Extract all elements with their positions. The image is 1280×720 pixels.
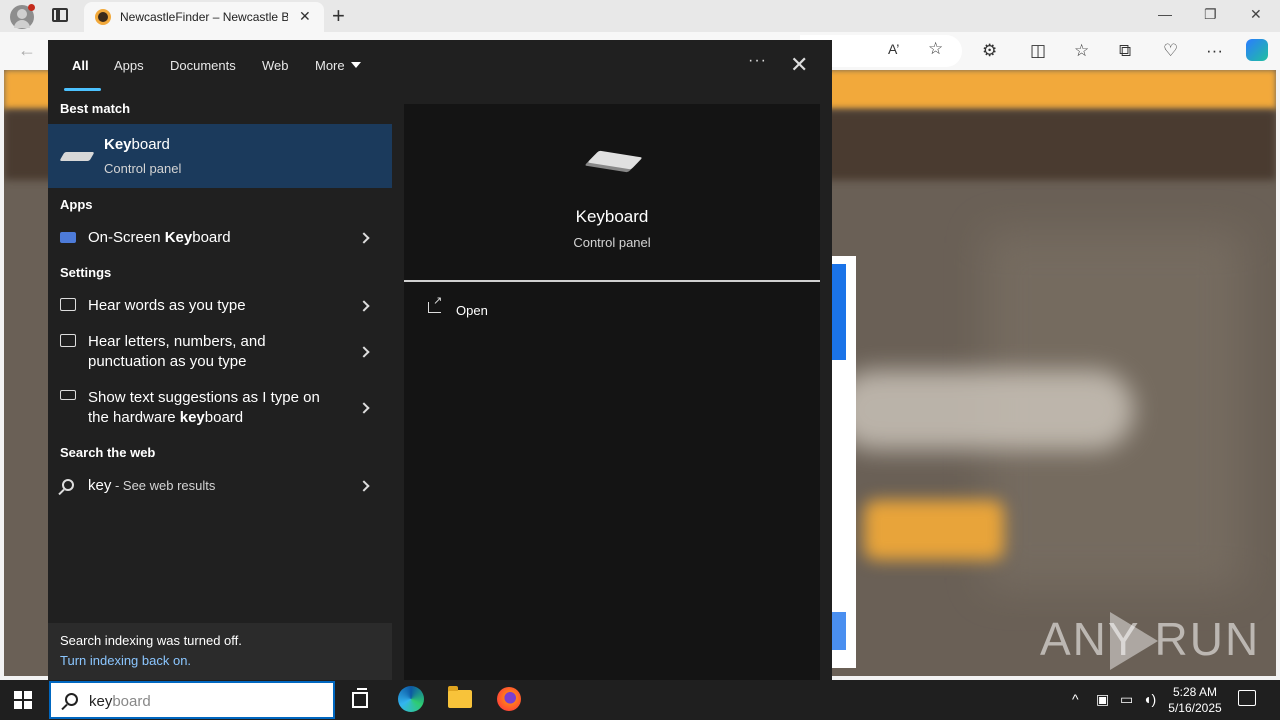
preview-title: Keyboard	[575, 207, 649, 226]
page-hero-text	[834, 370, 1134, 450]
indexing-notice: Search indexing was turned off. Turn ind…	[48, 623, 392, 680]
result-label: On-Screen Keyboard	[88, 229, 231, 246]
browser-tab[interactable]: NewcastleFinder – Newcastle Bu ✕	[84, 2, 324, 32]
result-on-screen-keyboard[interactable]: On-Screen Keyboard	[48, 220, 392, 256]
narrator-settings-icon	[60, 298, 76, 311]
edge-browser-icon[interactable]	[398, 686, 424, 712]
result-label: Hear words as you type	[88, 297, 246, 314]
page-dialog-banner	[830, 264, 846, 360]
taskbar: keyboard ^ ▣ ▭ ◖) 5:28 AM 5/16/2025	[0, 680, 1280, 720]
windows-search-panel: All Apps Documents Web More ··· ✕ Best m…	[48, 40, 832, 680]
device-icon[interactable]: ▣	[1096, 691, 1109, 708]
active-tab-indicator	[64, 88, 101, 91]
chevron-right-icon[interactable]	[358, 480, 370, 492]
restore-button[interactable]: ❐	[1204, 6, 1217, 23]
tab-apps[interactable]: Apps	[114, 58, 144, 73]
page-dialog-button[interactable]	[830, 612, 846, 650]
more-options-icon[interactable]: ···	[748, 52, 767, 70]
results-list: Best match Keyboard Control panel Apps O…	[48, 92, 392, 680]
favorites-icon[interactable]: ☆	[1074, 41, 1089, 61]
watermark: ANY RUN	[1040, 613, 1261, 665]
narrator-settings-icon	[60, 334, 76, 347]
open-icon	[428, 294, 442, 313]
firefox-icon[interactable]	[497, 687, 521, 711]
best-match-result[interactable]: Keyboard Control panel	[48, 124, 392, 188]
tab-close-icon[interactable]: ✕	[299, 8, 311, 25]
chevron-right-icon[interactable]	[358, 402, 370, 414]
collections-icon[interactable]: ⧉	[1119, 41, 1131, 61]
result-hear-words[interactable]: Hear words as you type	[48, 288, 392, 324]
close-search-icon[interactable]: ✕	[790, 52, 808, 78]
profile-notification-dot	[28, 4, 35, 11]
page-cta-button	[864, 500, 1004, 560]
tab-documents[interactable]: Documents	[170, 58, 236, 73]
result-label: key - See web results	[88, 477, 216, 494]
minimize-button[interactable]: —	[1158, 6, 1172, 22]
site-favicon-icon	[95, 9, 111, 25]
new-tab-button[interactable]: +	[332, 3, 345, 29]
indexing-status-text: Search indexing was turned off.	[60, 633, 242, 648]
open-label: Open	[456, 303, 488, 318]
split-screen-icon[interactable]: ◫	[1030, 41, 1046, 61]
keyboard-icon	[59, 152, 95, 161]
back-arrow-icon[interactable]: ←	[18, 40, 36, 61]
best-match-heading: Best match	[60, 101, 131, 116]
start-button[interactable]	[14, 691, 32, 709]
open-action[interactable]: Open	[404, 294, 820, 326]
tab-title: NewcastleFinder – Newcastle Bu	[120, 10, 288, 24]
show-hidden-icons-icon[interactable]: ^	[1072, 691, 1079, 707]
chevron-right-icon[interactable]	[358, 232, 370, 244]
preview-divider	[404, 280, 820, 282]
search-query-text[interactable]: keyboard	[89, 693, 151, 710]
chevron-right-icon[interactable]	[358, 300, 370, 312]
best-match-subtitle: Control panel	[104, 161, 182, 176]
taskbar-search-box[interactable]: keyboard	[49, 681, 335, 719]
chevron-right-icon[interactable]	[358, 346, 370, 358]
browser-tab-bar: NewcastleFinder – Newcastle Bu ✕ + — ❐ ✕	[0, 0, 1280, 32]
preview-subtitle: Control panel	[573, 235, 651, 250]
on-screen-keyboard-icon	[60, 232, 76, 243]
settings-heading: Settings	[60, 265, 112, 280]
volume-icon[interactable]: ◖)	[1143, 691, 1156, 707]
keyboard-icon	[587, 150, 643, 170]
tab-more-label: More	[315, 58, 345, 73]
search-icon	[65, 693, 78, 706]
file-explorer-icon[interactable]	[448, 686, 472, 708]
system-clock[interactable]: 5:28 AM 5/16/2025	[1160, 684, 1230, 716]
result-text-suggestions[interactable]: Show text suggestions as I type on the ha…	[48, 380, 392, 434]
notification-center-icon[interactable]	[1238, 690, 1256, 706]
result-label: Show text suggestions as I type on the ha…	[88, 389, 320, 426]
tab-more[interactable]: More	[315, 58, 361, 73]
settings-more-icon[interactable]: ···	[1206, 41, 1223, 61]
result-preview-pane: Keyboard Control panel Open	[404, 104, 820, 680]
clock-time: 5:28 AM	[1172, 685, 1218, 699]
best-match-title: Keyboard	[104, 136, 170, 153]
extensions-icon[interactable]: ⚙	[982, 41, 997, 61]
tab-all[interactable]: All	[72, 58, 89, 73]
network-icon[interactable]: ▭	[1120, 691, 1133, 708]
favorite-star-icon[interactable]: ☆	[928, 39, 943, 59]
caret-down-icon	[350, 62, 361, 68]
apps-heading: Apps	[60, 197, 93, 212]
result-web-search[interactable]: key - See web results	[48, 468, 392, 504]
search-icon	[62, 479, 74, 491]
tab-actions-icon[interactable]	[52, 8, 68, 22]
search-web-heading: Search the web	[60, 445, 156, 460]
window-close-button[interactable]: ✕	[1250, 6, 1262, 23]
copilot-icon[interactable]	[1246, 39, 1268, 61]
result-hear-letters[interactable]: Hear letters, numbers, and punctuation as…	[48, 324, 392, 378]
browser-essentials-icon[interactable]: ♡	[1163, 41, 1178, 61]
read-aloud-icon[interactable]: A’	[888, 41, 899, 57]
search-filter-tabs: All Apps Documents Web More ··· ✕	[48, 40, 832, 92]
turn-indexing-on-link[interactable]: Turn indexing back on.	[60, 653, 191, 668]
task-view-icon[interactable]	[352, 688, 368, 708]
result-label: Hear letters, numbers, and punctuation as…	[88, 333, 266, 370]
tab-web[interactable]: Web	[262, 58, 289, 73]
clock-date: 5/16/2025	[1168, 701, 1222, 715]
keyboard-settings-icon	[60, 390, 76, 400]
